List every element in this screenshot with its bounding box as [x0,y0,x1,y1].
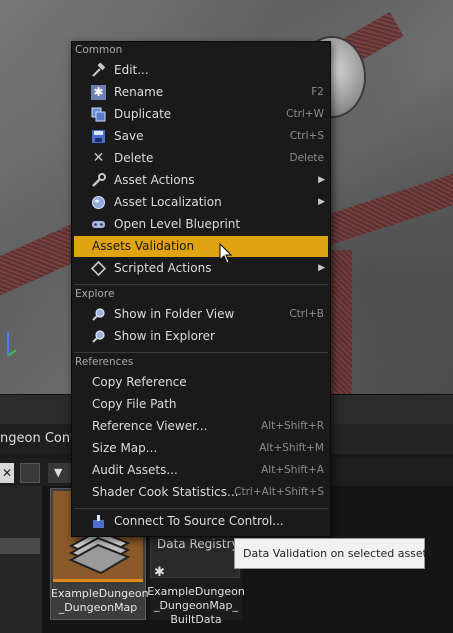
section-header-explore: Explore [75,288,115,300]
hammer-icon [91,62,106,78]
menu-item-asset-localization[interactable]: Asset Localization ▶ [74,192,328,213]
viewport-stripe [330,250,352,394]
menu-item-asset-actions[interactable]: Asset Actions ▶ [74,170,328,191]
menu-item-copy-reference[interactable]: Copy Reference [74,372,328,393]
search-icon [91,307,106,322]
menu-separator [74,352,328,353]
axis-gizmo-icon [7,332,17,357]
close-icon[interactable]: ✕ [0,463,14,483]
delete-x-icon: ✕ [92,150,105,166]
menu-item-assets-validation[interactable]: Assets Validation [74,236,328,257]
save-icon [91,129,106,144]
mouse-cursor-icon [219,243,233,264]
menu-item-duplicate[interactable]: Duplicate Ctrl+W [74,104,328,125]
tooltip: Data Validation on selected assets [234,538,433,569]
menu-separator [74,284,328,285]
asset-name: ExampleDungeon _DungeonMap [51,587,149,614]
duplicate-icon [91,107,106,122]
section-header-references: References [75,356,134,368]
menu-item-save[interactable]: Save Ctrl+S [74,126,328,147]
menu-item-connect-source-control[interactable]: Connect To Source Control... [74,511,328,532]
menu-item-size-map[interactable]: Size Map... Alt+Shift+M [74,438,328,459]
menu-item-reference-viewer[interactable]: Reference Viewer... Alt+Shift+R [74,416,328,437]
wrench-icon [91,173,106,188]
submenu-arrow-icon: ▶ [318,175,325,185]
section-header-common: Common [75,44,123,56]
folder-tree-selected-row[interactable] [0,538,40,554]
asset-type-bar [53,579,143,582]
search-icon [91,329,106,344]
filter-button[interactable]: ▼ F [48,463,72,499]
thumbnail-type-label: Data Registry [157,537,239,551]
asset-name: ExampleDungeon _DungeonMap_ BuiltData [147,585,245,626]
menu-item-open-level-blueprint[interactable]: Open Level Blueprint [74,214,328,235]
folder-tree-panel [0,486,42,633]
asset-context-menu: Common Edit... ✱ Rename F2 Duplicate Ctr… [71,41,331,537]
menu-separator [74,508,328,509]
menu-item-edit[interactable]: Edit... [74,60,328,81]
submenu-arrow-icon: ▶ [318,197,325,207]
gamepad-icon [91,217,106,232]
diamond-icon [90,260,107,277]
menu-item-audit-assets[interactable]: Audit Assets... Alt+Shift+A [74,460,328,481]
content-browser-tab[interactable]: ngeon Conte [0,424,74,454]
menu-item-scripted-actions[interactable]: Scripted Actions ▶ [74,258,328,279]
menu-item-copy-file-path[interactable]: Copy File Path [74,394,328,415]
list-view-icon[interactable] [20,463,40,483]
menu-item-show-in-folder-view[interactable]: Show in Folder View Ctrl+B [74,304,328,325]
asterisk-icon: ✱ [154,565,165,580]
menu-item-rename[interactable]: ✱ Rename F2 [74,82,328,103]
menu-item-delete[interactable]: ✕ Delete Delete [74,148,328,169]
asterisk-icon: ✱ [91,85,106,100]
submenu-arrow-icon: ▶ [318,263,325,273]
menu-item-shader-cook-statistics[interactable]: Shader Cook Statistics... Ctrl+Alt+Shift… [74,482,328,503]
source-control-icon [91,514,106,529]
globe-icon [91,195,106,210]
menu-item-show-in-explorer[interactable]: Show in Explorer [74,326,328,347]
